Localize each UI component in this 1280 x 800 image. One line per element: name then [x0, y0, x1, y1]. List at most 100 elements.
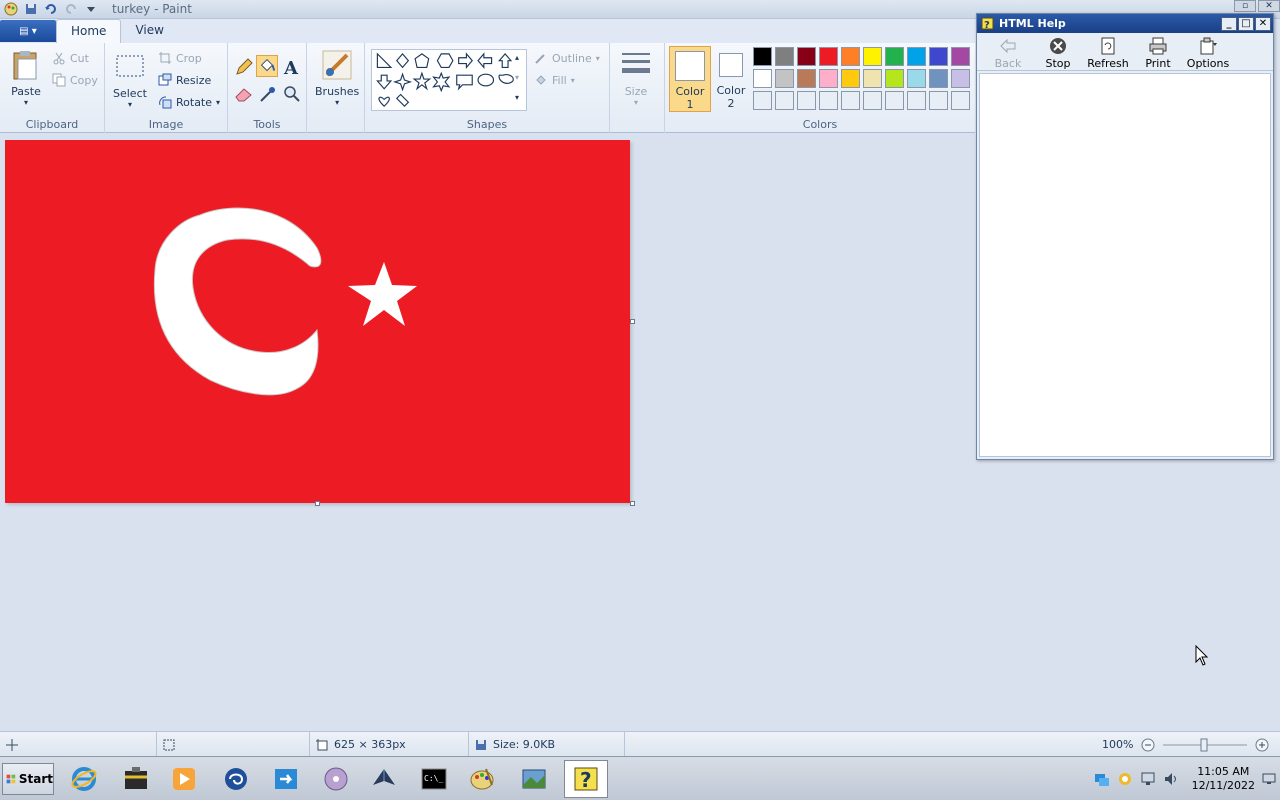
taskbar-app-5[interactable] — [264, 760, 308, 798]
security-shield-icon[interactable] — [1117, 771, 1133, 787]
color-swatch[interactable] — [819, 69, 838, 88]
color-swatch[interactable] — [929, 69, 948, 88]
help-refresh-button[interactable]: Refresh — [1087, 33, 1129, 70]
paint-app-icon[interactable] — [4, 2, 18, 16]
color1-button[interactable]: Color 1 — [669, 46, 711, 112]
close-button[interactable]: ✕ — [1258, 0, 1280, 12]
color-swatch[interactable] — [753, 91, 772, 110]
taskbar-app-7[interactable] — [362, 760, 406, 798]
taskbar-paint[interactable] — [460, 760, 504, 798]
crop-button[interactable]: Crop — [158, 51, 202, 65]
eraser-icon[interactable] — [234, 85, 254, 103]
paint-menu-button[interactable]: ▤ ▾ — [0, 20, 56, 42]
cut-button[interactable]: Cut — [52, 51, 89, 65]
restore-button[interactable]: ▫ — [1234, 0, 1256, 12]
help-back-button[interactable]: Back — [987, 33, 1029, 70]
help-close-button[interactable]: ✕ — [1255, 16, 1271, 31]
fill-button[interactable]: Fill ▾ — [534, 73, 575, 87]
tab-home[interactable]: Home — [56, 19, 122, 43]
shapes-expand-button[interactable]: ▾ — [515, 93, 519, 102]
show-desktop-icon[interactable] — [1262, 772, 1276, 786]
network-sync-icon[interactable] — [1094, 771, 1110, 787]
taskbar-internet-explorer[interactable] — [62, 760, 106, 798]
color-swatch[interactable] — [951, 47, 970, 66]
resize-handle-right[interactable] — [630, 319, 635, 324]
undo-icon[interactable] — [44, 2, 58, 16]
system-clock[interactable]: 11:05 AM 12/11/2022 — [1192, 765, 1255, 793]
select-button[interactable]: Select ▾ — [113, 51, 147, 109]
drawing-canvas[interactable] — [5, 140, 635, 506]
color-swatch[interactable] — [841, 47, 860, 66]
resize-handle-corner[interactable] — [630, 501, 635, 506]
help-content-pane[interactable] — [979, 73, 1271, 457]
pencil-icon[interactable] — [234, 57, 254, 77]
outline-button[interactable]: Outline ▾ — [534, 51, 600, 65]
size-button[interactable]: Size ▾ — [620, 49, 652, 107]
color-swatch[interactable] — [775, 91, 794, 110]
rotate-dropdown-arrow[interactable]: ▾ — [216, 98, 220, 107]
color-swatch[interactable] — [753, 47, 772, 66]
color-swatch[interactable] — [863, 47, 882, 66]
volume-icon[interactable] — [1163, 771, 1179, 787]
help-stop-button[interactable]: Stop — [1037, 33, 1079, 70]
redo-icon[interactable] — [64, 2, 78, 16]
magnifier-icon[interactable] — [282, 85, 302, 103]
color-swatch[interactable] — [797, 47, 816, 66]
taskbar-app-4[interactable] — [214, 760, 258, 798]
color-swatch[interactable] — [753, 69, 772, 88]
color-swatch[interactable] — [819, 47, 838, 66]
copy-button[interactable]: Copy — [52, 73, 98, 87]
color-swatch[interactable] — [841, 91, 860, 110]
fill-bucket-icon[interactable] — [256, 55, 278, 77]
color-picker-icon[interactable] — [258, 85, 278, 103]
color-swatch[interactable] — [797, 91, 816, 110]
taskbar-app-10[interactable] — [512, 760, 556, 798]
rotate-button[interactable]: Rotate ▾ — [158, 95, 220, 109]
taskbar-command-prompt[interactable]: C:\_ — [412, 760, 456, 798]
paste-button[interactable]: Paste ▾ — [10, 49, 42, 107]
save-icon[interactable] — [24, 2, 38, 16]
color-swatch[interactable] — [929, 91, 948, 110]
start-button[interactable]: Start — [2, 763, 54, 795]
taskbar-app-2[interactable] — [114, 760, 158, 798]
shapes-gallery[interactable] — [371, 49, 527, 111]
color-swatch[interactable] — [951, 69, 970, 88]
color-swatch[interactable] — [863, 91, 882, 110]
zoom-in-icon[interactable] — [1255, 738, 1269, 752]
color-swatch[interactable] — [819, 91, 838, 110]
color-swatch[interactable] — [841, 69, 860, 88]
taskbar-media-player[interactable] — [162, 760, 206, 798]
network-icon[interactable] — [1140, 771, 1156, 787]
shapes-scroll-up[interactable]: ▴ — [515, 53, 519, 62]
color-swatch[interactable] — [885, 91, 904, 110]
color-swatch[interactable] — [951, 91, 970, 110]
shapes-scroll-down[interactable]: ▾ — [515, 73, 519, 82]
color-swatch[interactable] — [775, 69, 794, 88]
tab-view[interactable]: View — [121, 19, 177, 43]
color-swatch[interactable] — [885, 69, 904, 88]
color-swatch[interactable] — [929, 47, 948, 66]
color-swatch[interactable] — [863, 69, 882, 88]
taskbar-dvd-app[interactable] — [314, 760, 358, 798]
color2-button[interactable]: Color 2 — [713, 46, 749, 112]
brushes-button[interactable]: Brushes ▾ — [315, 49, 359, 107]
paste-dropdown-arrow[interactable]: ▾ — [24, 98, 28, 107]
customize-toolbar-icon[interactable] — [84, 2, 98, 16]
text-tool-icon[interactable]: A — [281, 57, 301, 77]
help-options-button[interactable]: Options — [1187, 33, 1229, 70]
brushes-dropdown-arrow[interactable]: ▾ — [335, 98, 339, 107]
color-swatch[interactable] — [775, 47, 794, 66]
help-maximize-button[interactable]: □ — [1238, 16, 1254, 31]
color-swatch[interactable] — [885, 47, 904, 66]
zoom-slider[interactable] — [1163, 738, 1248, 752]
color-swatch[interactable] — [907, 47, 926, 66]
resize-handle-bottom[interactable] — [315, 501, 320, 506]
zoom-out-icon[interactable] — [1141, 738, 1155, 752]
help-print-button[interactable]: Print — [1137, 33, 1179, 70]
taskbar-html-help[interactable]: ? — [564, 760, 608, 798]
help-minimize-button[interactable]: _ — [1221, 16, 1237, 31]
color-swatch[interactable] — [907, 91, 926, 110]
resize-button[interactable]: Resize — [158, 73, 211, 87]
select-dropdown-arrow[interactable]: ▾ — [128, 100, 132, 109]
color-swatch[interactable] — [907, 69, 926, 88]
